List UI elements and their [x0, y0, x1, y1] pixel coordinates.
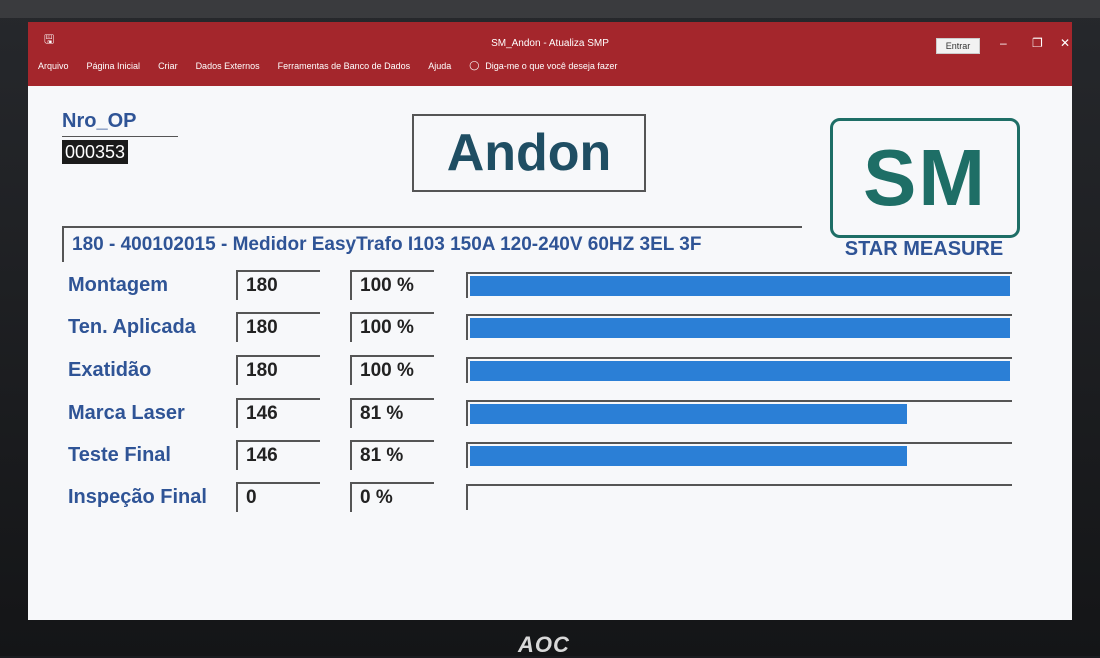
stage-label: Marca Laser [68, 402, 185, 424]
ribbon-menu: Arquivo Página Inicial Criar Dados Exter… [38, 60, 617, 71]
stage-row: Teste Final 146 81 % [28, 440, 1072, 476]
stage-qty-field[interactable]: 180 [236, 270, 320, 300]
stage-pct-field[interactable]: 100 % [350, 270, 434, 300]
stage-label: Inspeção Final [68, 486, 207, 508]
stage-progress-bar [466, 272, 1012, 298]
stage-progress-fill [470, 318, 1010, 338]
menu-ajuda[interactable]: Ajuda [428, 61, 451, 71]
stage-label: Exatidão [68, 359, 152, 381]
tell-me-box[interactable]: ◯ Diga-me o que você deseja fazer [469, 60, 617, 71]
menu-dados-externos[interactable]: Dados Externos [196, 61, 260, 71]
stage-progress-fill [470, 446, 907, 466]
screen: 🖫 SM_Andon - Atualiza SMP Entrar – ❐ ✕ A… [28, 22, 1072, 620]
tell-me-text: Diga-me o que você deseja fazer [485, 60, 618, 71]
nro-op-field[interactable]: 000353 [62, 140, 129, 164]
stage-qty-field[interactable]: 146 [236, 398, 320, 428]
logo-mark: SM [863, 133, 987, 222]
close-icon[interactable]: ✕ [1060, 36, 1070, 50]
login-button[interactable]: Entrar [936, 38, 980, 54]
stage-progress-fill [470, 361, 1010, 381]
product-description: 180 - 400102015 - Medidor EasyTrafo I103… [72, 234, 702, 255]
stage-pct-field[interactable]: 81 % [350, 440, 434, 470]
stage-progress-bar [466, 400, 1012, 426]
stage-pct-field[interactable]: 100 % [350, 355, 434, 385]
stage-label: Montagem [68, 274, 168, 296]
lightbulb-icon: ◯ [469, 60, 480, 70]
restore-icon[interactable]: ❐ [1032, 36, 1043, 50]
menu-arquivo[interactable]: Arquivo [38, 61, 69, 71]
page-title: Andon [446, 124, 612, 182]
nro-op-underline [62, 136, 178, 137]
stage-row: Montagem 180 100 % [28, 270, 1072, 306]
stage-qty-field[interactable]: 180 [236, 312, 320, 342]
stage-pct-field[interactable]: 81 % [350, 398, 434, 428]
stage-row: Exatidão 180 100 % [28, 355, 1072, 391]
menu-criar[interactable]: Criar [158, 61, 178, 71]
stage-row: Ten. Aplicada 180 100 % [28, 312, 1072, 348]
window-title: SM_Andon - Atualiza SMP [491, 38, 609, 49]
andon-title-box: Andon [412, 114, 646, 192]
minimize-icon[interactable]: – [1000, 36, 1007, 50]
menu-pagina-inicial[interactable]: Página Inicial [87, 61, 141, 71]
stage-pct-field[interactable]: 0 % [350, 482, 434, 512]
stage-qty-field[interactable]: 180 [236, 355, 320, 385]
star-measure-logo: SM [830, 118, 1020, 238]
title-bar: 🖫 SM_Andon - Atualiza SMP Entrar – ❐ ✕ A… [28, 22, 1072, 86]
stage-progress-bar [466, 484, 1012, 510]
stage-progress-bar [466, 442, 1012, 468]
stage-qty-field[interactable]: 146 [236, 440, 320, 470]
stage-progress-bar [466, 314, 1012, 340]
stage-qty-field[interactable]: 0 [236, 482, 320, 512]
monitor-brand-logo: AOC [518, 632, 570, 657]
nro-op-label: Nro_OP [62, 110, 137, 132]
stage-label: Ten. Aplicada [68, 316, 196, 338]
product-field[interactable]: 180 - 400102015 - Medidor EasyTrafo I103… [62, 226, 802, 262]
stage-progress-bar [466, 357, 1012, 383]
logo-caption: STAR MEASURE [844, 238, 1004, 260]
stage-row: Inspeção Final 0 0 % [28, 482, 1072, 518]
andon-form: Nro_OP 000353 Andon SM STAR MEASURE 180 … [28, 86, 1072, 620]
stage-pct-field[interactable]: 100 % [350, 312, 434, 342]
menu-ferramentas[interactable]: Ferramentas de Banco de Dados [278, 61, 411, 71]
stage-label: Teste Final [68, 444, 171, 466]
stage-progress-fill [470, 276, 1010, 296]
stage-progress-fill [470, 404, 907, 424]
stage-row: Marca Laser 146 81 % [28, 398, 1072, 434]
background-wall [0, 0, 1100, 18]
